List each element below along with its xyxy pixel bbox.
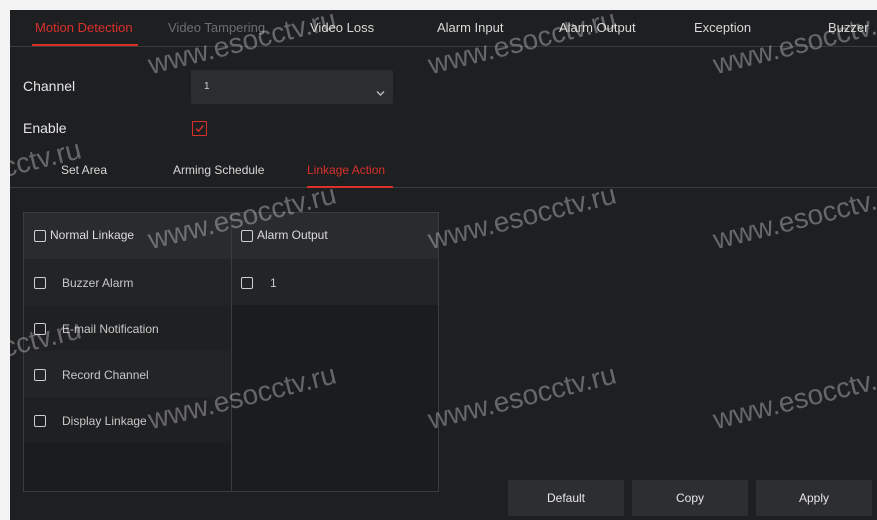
- alarm-output-title: Alarm Output: [257, 228, 328, 242]
- tab-video-tampering[interactable]: Video Tampering: [168, 20, 265, 35]
- alarm-output-header: Alarm Output: [232, 213, 438, 259]
- active-subtab-underline: [307, 186, 393, 188]
- list-item: E-mail Notification: [24, 305, 231, 351]
- tab-motion-detection[interactable]: Motion Detection: [35, 20, 133, 35]
- default-button[interactable]: Default: [508, 480, 624, 516]
- subtab-arming-schedule[interactable]: Arming Schedule: [173, 163, 264, 177]
- watermark: www.esocctv.ru: [425, 178, 620, 256]
- email-notification-label: E-mail Notification: [62, 322, 159, 336]
- alarm-output-1-checkbox[interactable]: [241, 277, 253, 289]
- checkmark-icon: [195, 125, 204, 133]
- alarm-output-select-all-checkbox[interactable]: [241, 230, 253, 242]
- normal-linkage-header: Normal Linkage: [24, 213, 231, 259]
- display-linkage-checkbox[interactable]: [34, 415, 46, 427]
- tab-alarm-input[interactable]: Alarm Input: [437, 20, 503, 35]
- column-divider: [231, 213, 232, 491]
- list-item: Display Linkage: [24, 397, 231, 443]
- record-channel-checkbox[interactable]: [34, 369, 46, 381]
- linkage-panel: Normal Linkage Alarm Output Buzzer Alarm…: [23, 212, 439, 492]
- tab-alarm-output[interactable]: Alarm Output: [559, 20, 636, 35]
- email-notification-checkbox[interactable]: [34, 323, 46, 335]
- list-item: 1: [232, 259, 438, 305]
- channel-select[interactable]: 1: [191, 70, 393, 104]
- list-item: Record Channel: [24, 351, 231, 397]
- chevron-down-icon: [376, 84, 385, 96]
- list-item: Buzzer Alarm: [24, 259, 231, 305]
- enable-label: Enable: [23, 120, 67, 136]
- tab-exception[interactable]: Exception: [694, 20, 751, 35]
- alarm-output-1-label: 1: [270, 276, 277, 290]
- record-channel-label: Record Channel: [62, 368, 149, 382]
- normal-linkage-title: Normal Linkage: [50, 228, 135, 242]
- buzzer-alarm-checkbox[interactable]: [34, 277, 46, 289]
- tab-video-loss[interactable]: Video Loss: [310, 20, 374, 35]
- alarm-settings-window: Motion Detection Video Tampering Video L…: [10, 10, 877, 520]
- channel-select-value: 1: [204, 81, 210, 92]
- buzzer-alarm-label: Buzzer Alarm: [62, 276, 134, 290]
- subtab-set-area[interactable]: Set Area: [61, 163, 107, 177]
- channel-label: Channel: [23, 78, 76, 94]
- watermark: www.esocctv.ru: [425, 358, 620, 436]
- sub-tab-bar: Set Area Arming Schedule Linkage Action: [10, 157, 877, 188]
- watermark: www.esocctv.ru: [710, 178, 877, 256]
- watermark: www.esocctv.ru: [710, 358, 877, 436]
- display-linkage-label: Display Linkage: [62, 414, 147, 428]
- tab-buzzer[interactable]: Buzzer: [828, 20, 868, 35]
- normal-linkage-select-all-checkbox[interactable]: [34, 230, 46, 242]
- active-tab-underline: [32, 44, 138, 46]
- enable-checkbox[interactable]: [192, 121, 207, 136]
- copy-button[interactable]: Copy: [632, 480, 748, 516]
- apply-button[interactable]: Apply: [756, 480, 872, 516]
- top-tab-bar: Motion Detection Video Tampering Video L…: [10, 10, 877, 47]
- subtab-linkage-action[interactable]: Linkage Action: [307, 163, 385, 177]
